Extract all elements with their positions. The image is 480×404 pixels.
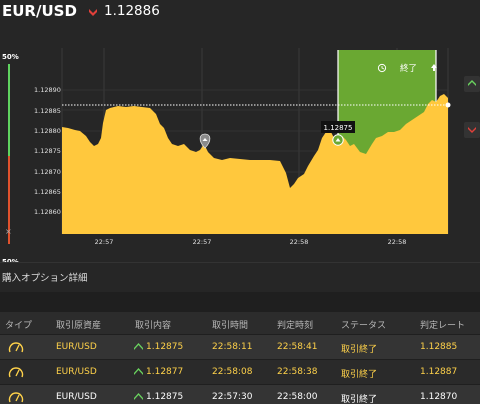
up-arrow-icon xyxy=(134,343,143,350)
row-status: 取引終了 xyxy=(341,345,378,355)
row-asset: EUR/USD xyxy=(56,342,97,352)
row-judge-rate: 1.12870 xyxy=(420,392,458,402)
buy-low-button[interactable] xyxy=(464,122,480,138)
table-row[interactable]: EUR/USD 1.12875 22:57:30 22:58:00 取引終了 1… xyxy=(0,385,480,404)
gauge-icon xyxy=(8,367,24,378)
up-arrow-icon xyxy=(468,80,476,86)
strength-up-label: 50% xyxy=(2,53,19,61)
row-asset: EUR/USD xyxy=(56,392,97,402)
details-title: 購入オプション詳細 xyxy=(2,273,88,284)
current-price: 1.12886 xyxy=(104,3,160,19)
row-judge-time: 22:58:00 xyxy=(277,392,318,402)
y-tick: 1.12860 xyxy=(34,208,61,216)
row-rate: 1.12877 xyxy=(134,367,183,377)
row-asset: EUR/USD xyxy=(56,367,97,377)
row-judge-time: 22:58:41 xyxy=(277,342,318,352)
col-content: 取引内容 xyxy=(135,321,172,331)
row-time: 22:57:30 xyxy=(212,392,253,402)
up-arrow-icon xyxy=(134,368,143,375)
row-rate: 1.12875 xyxy=(134,342,183,352)
col-judge-rate: 判定レート xyxy=(420,321,466,331)
chart-panel: 1.12890 1.12885 1.12880 1.12875 1.12870 … xyxy=(0,28,480,266)
table-header: タイプ 取引原資産 取引内容 取引時間 判定時刻 ステータス 判定レート xyxy=(0,312,480,334)
y-tick: 1.12865 xyxy=(34,188,61,196)
up-trade-marker-icon[interactable] xyxy=(332,134,344,146)
buy-high-button[interactable] xyxy=(464,76,480,92)
row-rate: 1.12875 xyxy=(134,392,183,402)
row-judge-rate: 1.12887 xyxy=(420,367,458,377)
close-icon[interactable]: × xyxy=(5,227,12,236)
gauge-icon xyxy=(8,342,24,353)
table-row[interactable]: EUR/USD 1.12877 22:58:08 22:58:38 取引終了 1… xyxy=(0,360,480,384)
strength-up-bar xyxy=(8,64,10,156)
strength-indicator: 50% 50% xyxy=(0,53,19,266)
gauge-icon xyxy=(8,392,24,403)
table-row[interactable]: EUR/USD 1.12875 22:58:11 22:58:41 取引終了 1… xyxy=(0,335,480,359)
x-tick: 22:58 xyxy=(388,238,407,246)
x-tick: 22:57 xyxy=(193,238,212,246)
y-tick: 1.12890 xyxy=(34,86,61,94)
details-header: 購入オプション詳細 xyxy=(0,262,480,292)
row-judge-time: 22:58:38 xyxy=(277,367,318,377)
svg-text:1.12875: 1.12875 xyxy=(324,124,353,132)
row-status: 取引終了 xyxy=(341,370,378,380)
down-arrow-icon xyxy=(468,127,476,133)
up-arrow-icon xyxy=(134,393,143,400)
row-judge-rate: 1.12885 xyxy=(420,342,458,352)
y-tick: 1.12880 xyxy=(34,127,61,135)
col-judge-time: 判定時刻 xyxy=(277,321,314,331)
col-status: ステータス xyxy=(341,321,387,331)
col-trade-time: 取引時間 xyxy=(212,321,249,331)
row-status: 取引終了 xyxy=(341,395,378,404)
price-chart[interactable]: 1.12890 1.12885 1.12880 1.12875 1.12870 … xyxy=(0,28,480,262)
down-arrow-icon xyxy=(89,9,97,16)
expiry-label: 終了 xyxy=(400,63,417,74)
y-tick: 1.12875 xyxy=(34,147,61,155)
currency-pair[interactable]: EUR/USD xyxy=(2,2,77,20)
top-bar: EUR/USD 1.12886 xyxy=(0,0,480,28)
y-tick: 1.12885 xyxy=(34,107,61,115)
col-asset: 取引原資産 xyxy=(56,321,102,331)
y-tick: 1.12870 xyxy=(34,168,61,176)
row-time: 22:58:08 xyxy=(212,367,253,377)
x-tick: 22:58 xyxy=(290,238,309,246)
col-type: タイプ xyxy=(5,321,33,331)
entry-rate-tag: 1.12875 xyxy=(321,121,355,133)
row-time: 22:58:11 xyxy=(212,342,253,352)
x-tick: 22:57 xyxy=(95,238,114,246)
